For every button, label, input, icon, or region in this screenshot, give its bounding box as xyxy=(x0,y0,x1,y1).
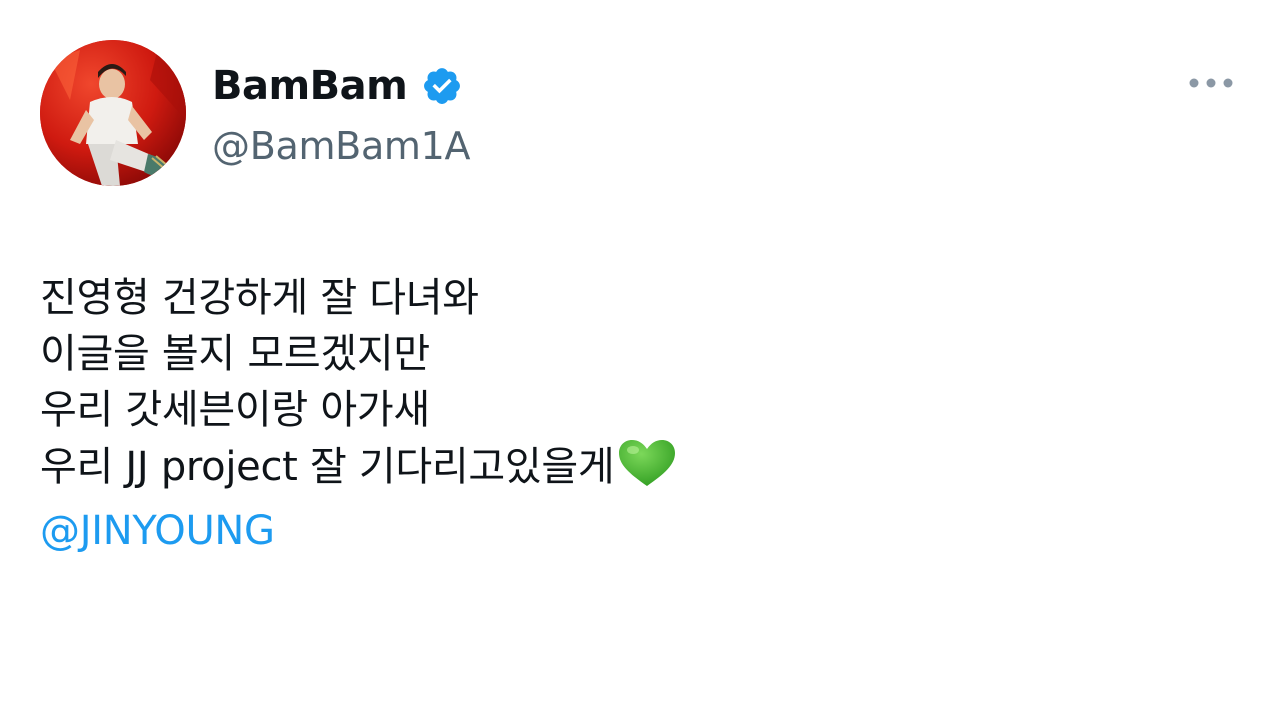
author-display-name[interactable]: BamBam xyxy=(212,63,408,109)
tweet-line: 진영형 건강하게 잘 다녀와 xyxy=(40,275,479,321)
tweet-line-with-emoji: 우리 JJ project 잘 기다리고있을게 xyxy=(40,438,678,503)
tweet-line: 우리 JJ project 잘 기다리고있을게 xyxy=(40,444,615,490)
tweet-text: 진영형 건강하게 잘 다녀와 이글을 볼지 모르겠지만 우리 갓세븐이랑 아가새… xyxy=(40,270,678,559)
mention-link[interactable]: @JINYOUNG xyxy=(40,503,678,559)
green-heart-icon xyxy=(616,438,678,503)
avatar[interactable] xyxy=(40,40,186,186)
more-options-button[interactable] xyxy=(1184,68,1238,98)
more-horizontal-icon xyxy=(1189,78,1233,88)
author-name-row: BamBam xyxy=(212,60,470,112)
tweet-card: BamBam @BamBam1A 진영형 건강하게 잘 다녀와 이글을 볼지 모… xyxy=(0,0,1280,706)
author-handle[interactable]: @BamBam1A xyxy=(212,124,471,168)
profile-photo xyxy=(40,40,186,186)
tweet-line: 이글을 볼지 모르겠지만 xyxy=(40,331,430,377)
tweet-line: 우리 갓세븐이랑 아가새 xyxy=(40,387,430,433)
tweet-author: BamBam @BamBam1A xyxy=(212,60,471,168)
verified-badge-icon xyxy=(421,65,463,107)
